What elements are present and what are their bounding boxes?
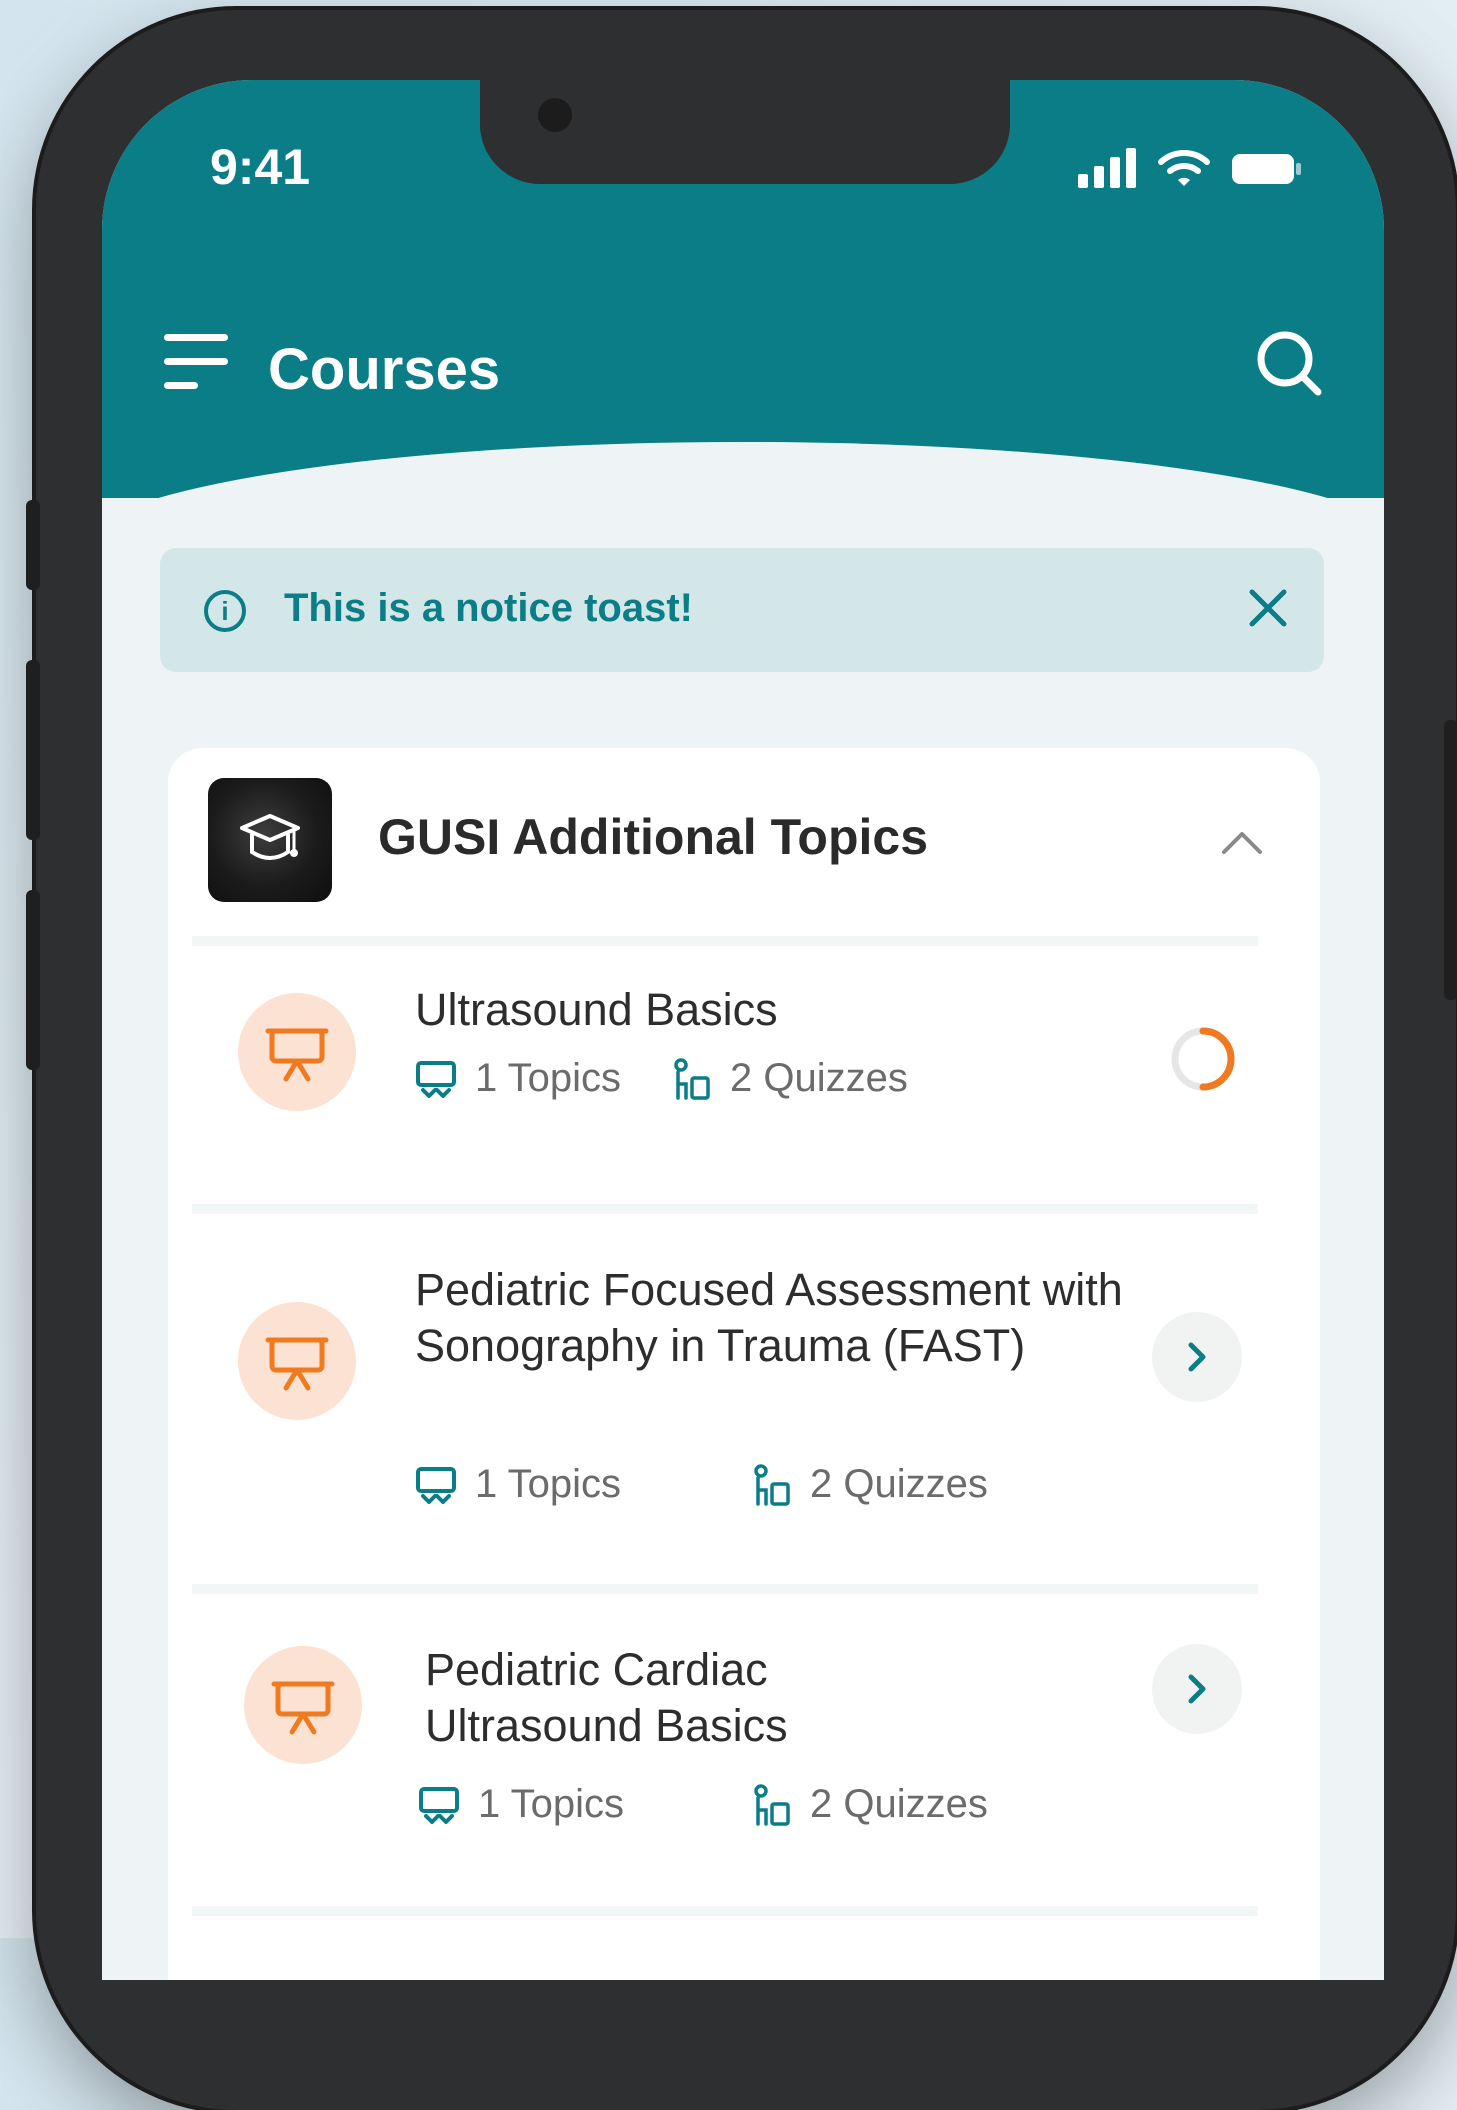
battery-icon (1232, 154, 1301, 184)
notice-toast: i This is a notice toast! (160, 548, 1324, 672)
open-lesson-button[interactable] (1152, 1312, 1242, 1402)
lesson-topics: 1 Topics (415, 1462, 621, 1507)
lesson-quizzes: 2 Quizzes (752, 1462, 988, 1507)
quizzes-count: 2 Quizzes (810, 1462, 988, 1506)
quiz-icon (754, 1783, 790, 1826)
close-icon[interactable] (1246, 586, 1290, 630)
lesson-icon (244, 1646, 362, 1764)
status-icons (1078, 148, 1302, 188)
presentation-icon (271, 1681, 335, 1735)
open-lesson-button[interactable] (1152, 1644, 1242, 1734)
lesson-icon (238, 1302, 356, 1420)
presentation-icon (265, 1337, 329, 1391)
quiz-icon (674, 1057, 710, 1100)
lesson-quizzes: 2 Quizzes (672, 1056, 908, 1101)
lesson-row[interactable]: Pediatric Cardiac Ultrasound Basics 1 To… (168, 1594, 1320, 1904)
quizzes-count: 2 Quizzes (730, 1056, 908, 1100)
wifi-icon (1158, 150, 1210, 186)
course-title: GUSI Additional Topics (378, 809, 928, 865)
menu-icon[interactable] (164, 330, 228, 392)
side-button (26, 890, 40, 1070)
topics-count: 1 Topics (475, 1462, 622, 1506)
presentation-icon (265, 1028, 329, 1082)
quiz-icon (754, 1463, 790, 1506)
lesson-topics: 1 Topics (415, 1056, 621, 1101)
chevron-up-icon[interactable] (1220, 826, 1264, 856)
toast-message: This is a notice toast! (284, 586, 693, 630)
topics-icon (416, 1466, 456, 1504)
quizzes-count: 2 Quizzes (810, 1782, 988, 1826)
info-icon: i (204, 590, 246, 632)
lesson-title: Pediatric Focused Assessment with Sonogr… (415, 1264, 1123, 1371)
lesson-quizzes: 2 Quizzes (752, 1782, 988, 1827)
side-button (26, 660, 40, 840)
divider (192, 1204, 1258, 1214)
chevron-right-icon (1188, 1674, 1206, 1704)
status-time: 9:41 (210, 139, 311, 195)
lesson-row[interactable]: Pediatric Focused Assessment with Sonogr… (168, 1214, 1320, 1584)
topics-count: 1 Topics (478, 1782, 625, 1826)
lesson-title: Pediatric Cardiac Ultrasound Basics (425, 1644, 788, 1751)
side-button (26, 500, 40, 590)
course-card: GUSI Additional Topics Ultrasound Basics (168, 748, 1320, 1980)
graduation-cap-icon (240, 814, 300, 860)
side-button (1444, 720, 1457, 1000)
topics-icon (419, 1786, 459, 1824)
app-screen: 9:41 Courses i This is a notice toast! G… (102, 80, 1384, 1980)
topics-icon (416, 1060, 456, 1098)
course-thumbnail (208, 778, 332, 902)
camera-icon (538, 98, 572, 132)
divider (192, 1906, 1258, 1916)
lesson-topics: 1 Topics (418, 1782, 624, 1827)
lesson-title: Ultrasound Basics (415, 984, 778, 1035)
search-icon[interactable] (1254, 328, 1324, 398)
chevron-right-icon (1188, 1342, 1206, 1372)
signal-icon (1078, 148, 1136, 188)
topics-count: 1 Topics (475, 1056, 622, 1100)
page-title: Courses (268, 337, 501, 402)
progress-ring-icon (1171, 1027, 1235, 1091)
divider (192, 1584, 1258, 1594)
lesson-icon (238, 993, 356, 1111)
lesson-row[interactable]: Ultrasound Basics 1 Topics 2 Quizzes (168, 936, 1320, 1196)
phone-notch (480, 80, 1010, 184)
